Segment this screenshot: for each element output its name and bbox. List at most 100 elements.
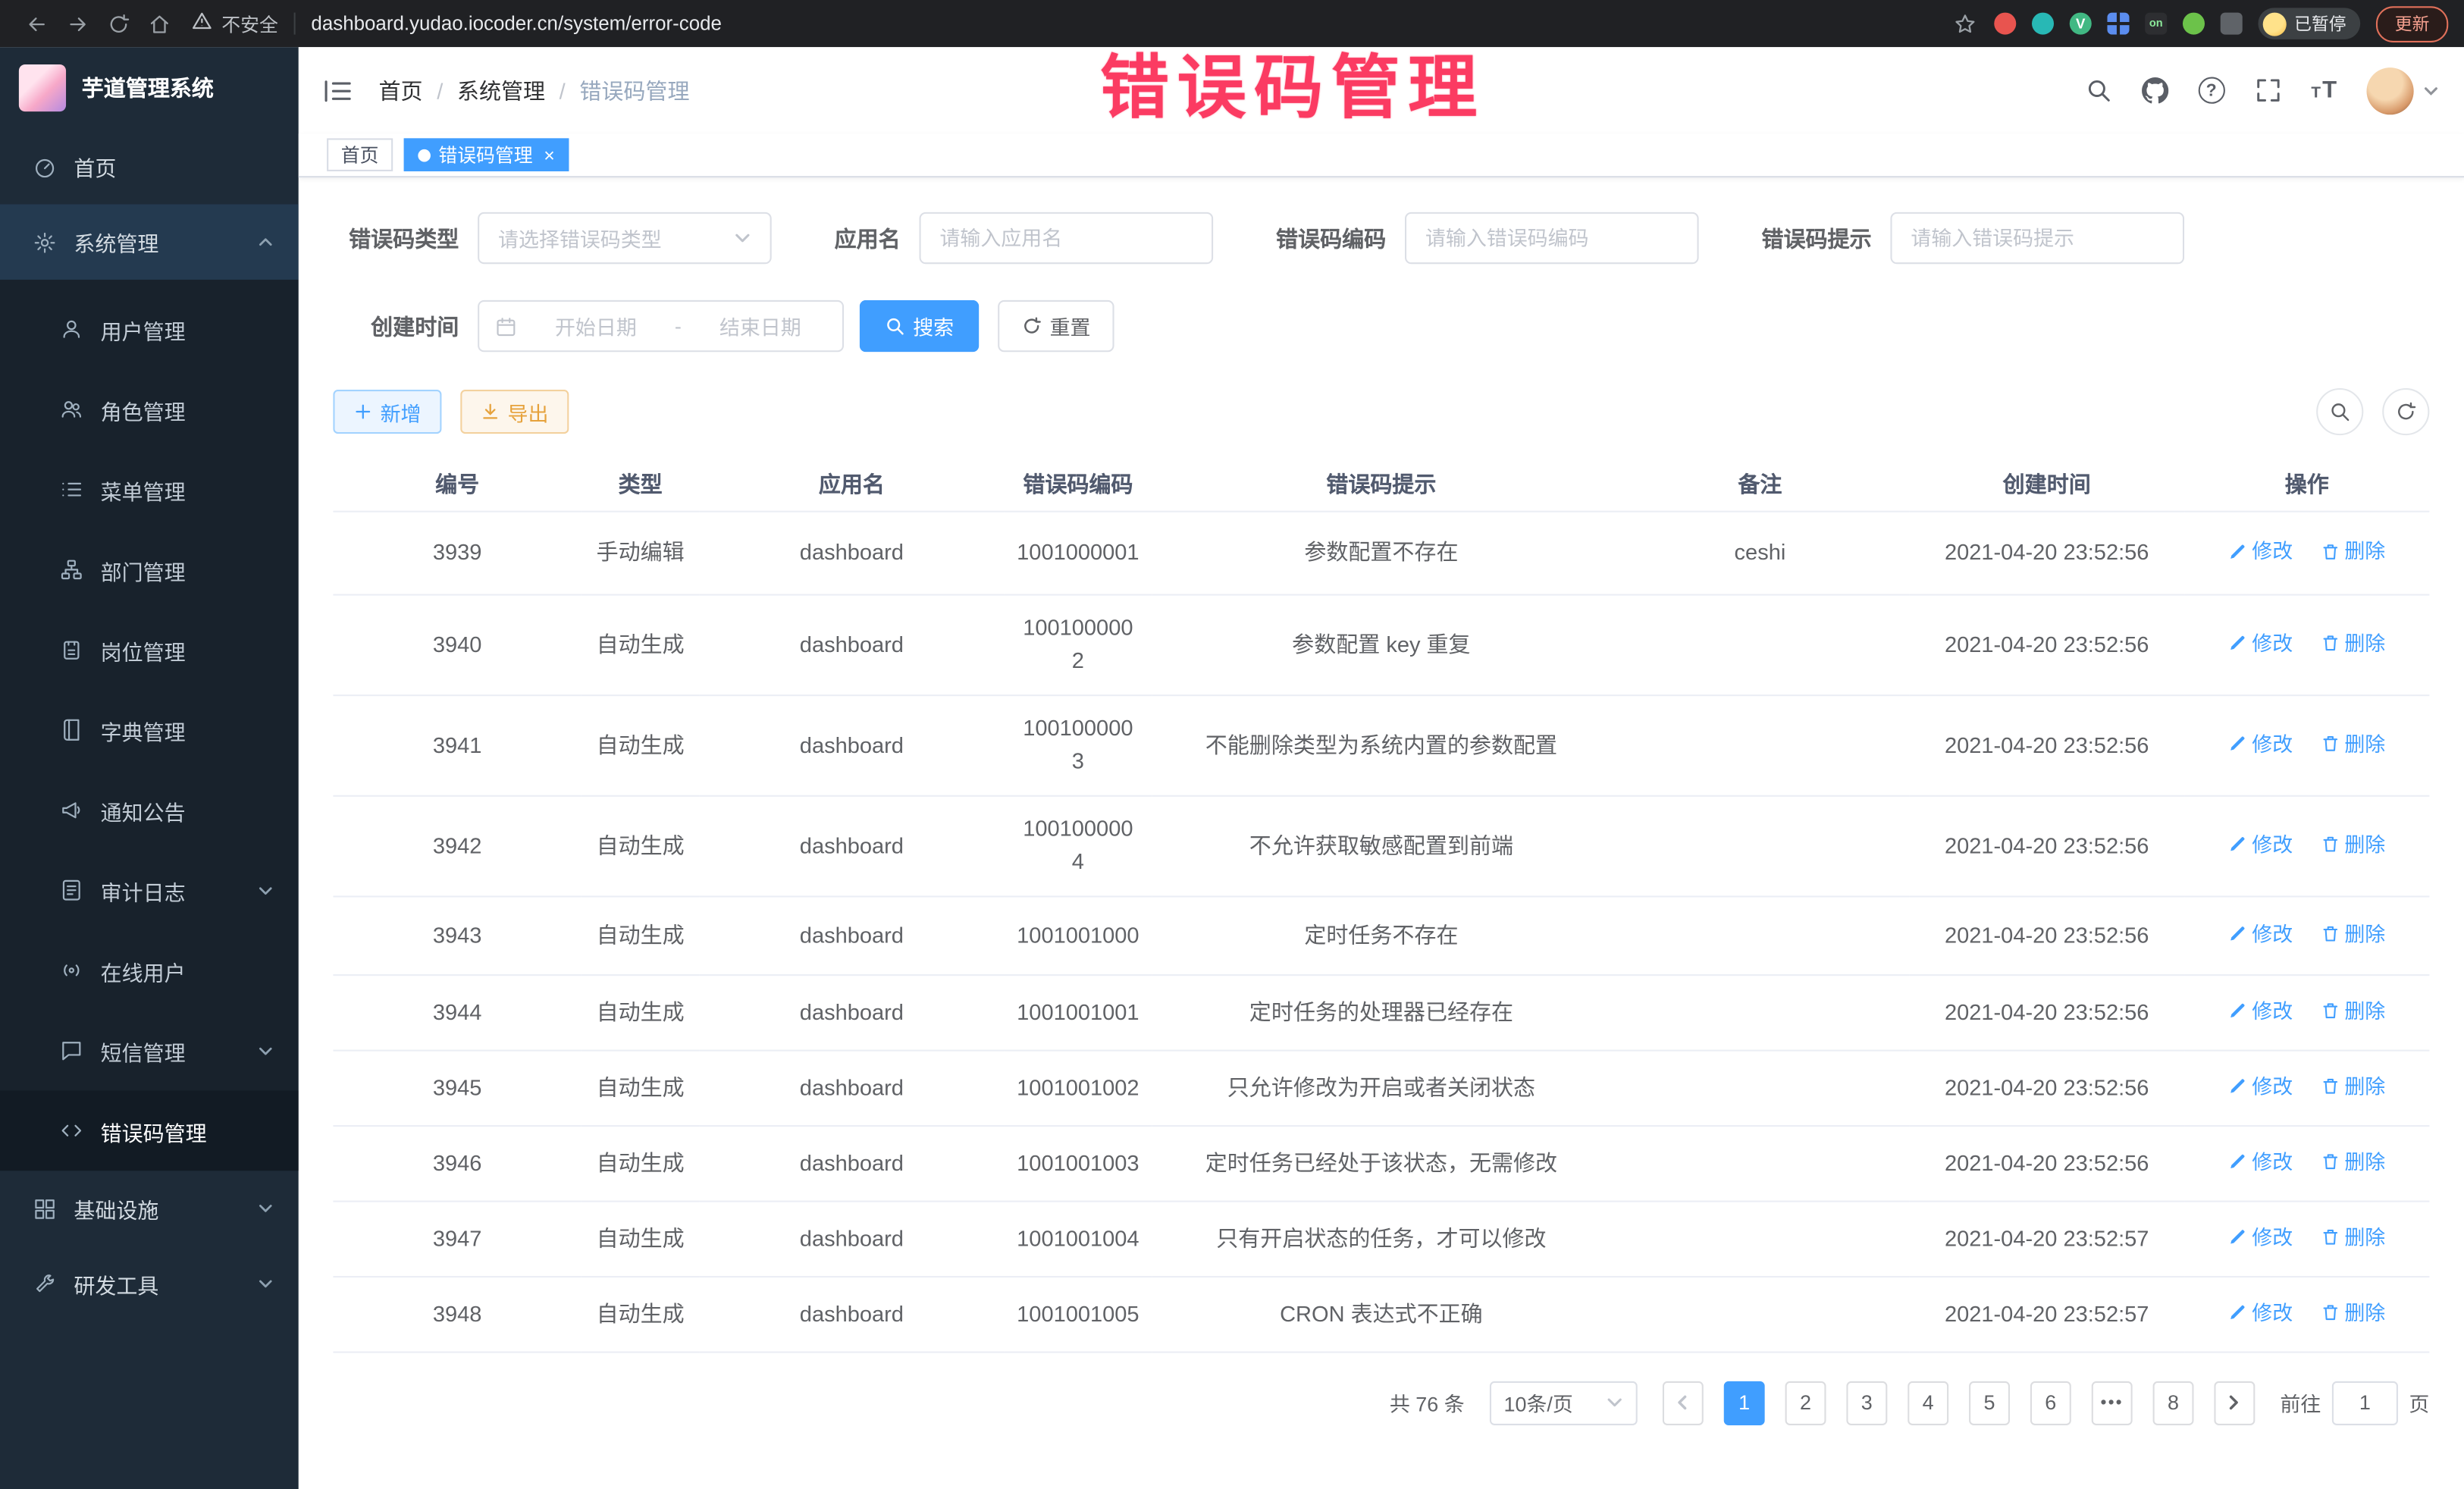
back-icon[interactable] <box>16 5 57 42</box>
extension-icon-green[interactable] <box>2183 13 2205 35</box>
page-button-1[interactable]: 1 <box>1724 1381 1765 1425</box>
error-type-select[interactable]: 请选择错误码类型 <box>478 212 772 264</box>
tab-error-code[interactable]: 错误码管理 <box>404 138 569 171</box>
page-button-4[interactable]: 4 <box>1908 1381 1948 1425</box>
edit-link[interactable]: 修改 <box>2228 917 2293 951</box>
edit-icon <box>2228 1002 2247 1020</box>
trash-icon <box>2321 835 2340 854</box>
delete-link[interactable]: 删除 <box>2321 917 2385 951</box>
delete-link[interactable]: 删除 <box>2321 1296 2385 1329</box>
create-time-range-picker[interactable]: 开始日期 - 结束日期 <box>478 300 844 352</box>
edit-link[interactable]: 修改 <box>2228 1145 2293 1178</box>
id-cell: 3944 <box>333 974 581 1049</box>
page-button-2[interactable]: 2 <box>1785 1381 1826 1425</box>
page-button-8[interactable]: 8 <box>2153 1381 2194 1425</box>
delete-link[interactable]: 删除 <box>2321 828 2385 861</box>
refresh-table-button[interactable] <box>2382 388 2429 435</box>
sidebar-item-departments[interactable]: 部门管理 <box>0 529 299 610</box>
edit-link[interactable]: 修改 <box>2228 1221 2293 1254</box>
next-page-button[interactable] <box>2214 1381 2255 1425</box>
search-icon[interactable] <box>2085 77 2111 104</box>
delete-link[interactable]: 删除 <box>2321 727 2385 760</box>
delete-link[interactable]: 删除 <box>2321 1070 2385 1103</box>
sidebar-item-error-code[interactable]: 错误码管理 <box>0 1090 299 1171</box>
close-icon[interactable] <box>544 146 555 165</box>
code-cell: 1001001000 <box>1004 895 1152 974</box>
search-button[interactable]: 搜索 <box>860 300 980 352</box>
menu-fold-icon[interactable] <box>324 78 352 103</box>
error-msg-input[interactable] <box>1890 212 2184 264</box>
refresh-icon <box>2395 401 2417 423</box>
extension-icon-on[interactable] <box>2145 13 2167 35</box>
sidebar-item-system[interactable]: 系统管理 <box>0 204 299 279</box>
reset-button[interactable]: 重置 <box>998 300 1114 352</box>
browser-actions: 已暂停 更新 <box>1950 5 2448 42</box>
sidebar-item-home[interactable]: 首页 <box>0 129 299 204</box>
bookmark-star-icon[interactable] <box>1950 12 1978 36</box>
tab-label: 首页 <box>341 142 379 168</box>
page-button-3[interactable]: 3 <box>1846 1381 1887 1425</box>
sidebar-item-infrastructure[interactable]: 基础设施 <box>0 1171 299 1246</box>
edit-link[interactable]: 修改 <box>2228 534 2293 568</box>
extension-icon-grid[interactable] <box>2107 13 2129 35</box>
forward-icon[interactable] <box>57 5 98 42</box>
sidebar-item-label: 错误码管理 <box>101 1115 207 1146</box>
add-button[interactable]: 新增 <box>333 390 441 434</box>
show-search-button[interactable] <box>2316 388 2363 435</box>
sidebar-item-audit-log[interactable]: 审计日志 <box>0 850 299 930</box>
sidebar-item-online-users[interactable]: 在线用户 <box>0 930 299 1011</box>
edit-link[interactable]: 修改 <box>2228 727 2293 760</box>
sidebar-item-posts[interactable]: 岗位管理 <box>0 610 299 690</box>
col-msg: 错误码提示 <box>1152 457 1610 510</box>
edit-link[interactable]: 修改 <box>2228 1070 2293 1103</box>
profile-paused-badge[interactable]: 已暂停 <box>2258 8 2360 39</box>
goto-page-input[interactable] <box>2332 1381 2398 1425</box>
trash-icon <box>2321 634 2340 653</box>
delete-link[interactable]: 删除 <box>2321 1221 2385 1254</box>
header-actions <box>2085 67 2439 114</box>
edit-link[interactable]: 修改 <box>2228 1296 2293 1329</box>
delete-link[interactable]: 删除 <box>2321 534 2385 568</box>
sidebar-item-menus[interactable]: 菜单管理 <box>0 450 299 530</box>
table-toolbar: 新增 导出 <box>333 388 2429 435</box>
app-name-input[interactable] <box>920 212 1214 264</box>
delete-link[interactable]: 删除 <box>2321 995 2385 1028</box>
font-size-icon[interactable] <box>2311 77 2337 104</box>
security-indicator[interactable]: 不安全 <box>192 10 278 36</box>
app-cell: dashboard <box>699 1201 1004 1276</box>
breadcrumb-item[interactable]: 首页 <box>379 74 423 105</box>
home-icon[interactable] <box>138 5 179 42</box>
delete-link[interactable]: 删除 <box>2321 1145 2385 1178</box>
error-code-input[interactable] <box>1405 212 1699 264</box>
sidebar-item-users[interactable]: 用户管理 <box>0 289 299 369</box>
vue-devtools-icon[interactable] <box>2070 13 2092 35</box>
id-cell: 3942 <box>333 795 581 896</box>
edit-link[interactable]: 修改 <box>2228 995 2293 1028</box>
extension-icon-teal[interactable] <box>2032 13 2054 35</box>
breadcrumb-item[interactable]: 系统管理 <box>457 74 545 105</box>
help-icon[interactable] <box>2198 77 2224 104</box>
page-button-6[interactable]: 6 <box>2030 1381 2071 1425</box>
export-button[interactable]: 导出 <box>460 390 569 434</box>
prev-page-button[interactable] <box>1663 1381 1704 1425</box>
more-pages-button[interactable]: ••• <box>2092 1381 2133 1425</box>
user-menu[interactable] <box>2366 67 2438 114</box>
sidebar-item-dictionary[interactable]: 字典管理 <box>0 690 299 770</box>
extension-icon-red[interactable] <box>1994 13 2016 35</box>
sidebar-item-roles[interactable]: 角色管理 <box>0 369 299 450</box>
fullscreen-icon[interactable] <box>2255 77 2281 104</box>
reload-icon[interactable] <box>98 5 139 42</box>
tags-bar: 首页 错误码管理 <box>299 133 2464 177</box>
extensions-puzzle-icon[interactable] <box>2221 13 2243 35</box>
delete-link[interactable]: 删除 <box>2321 626 2385 660</box>
sidebar-item-notices[interactable]: 通知公告 <box>0 770 299 851</box>
edit-link[interactable]: 修改 <box>2228 626 2293 660</box>
tab-home[interactable]: 首页 <box>327 138 393 171</box>
sidebar-item-sms[interactable]: 短信管理 <box>0 1011 299 1091</box>
page-button-5[interactable]: 5 <box>1969 1381 2010 1425</box>
browser-update-button[interactable]: 更新 <box>2376 5 2448 42</box>
edit-link[interactable]: 修改 <box>2228 828 2293 861</box>
github-icon[interactable] <box>2142 77 2168 104</box>
sidebar-item-devtools[interactable]: 研发工具 <box>0 1246 299 1321</box>
page-size-select[interactable]: 10条/页 <box>1490 1381 1638 1425</box>
